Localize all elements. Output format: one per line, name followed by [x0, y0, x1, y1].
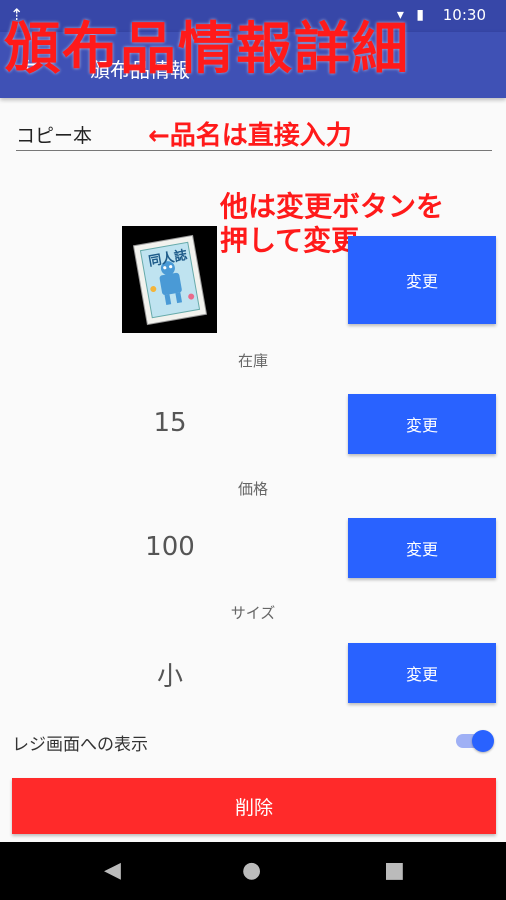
delete-button[interactable]: 削除: [12, 778, 496, 834]
register-display-toggle[interactable]: [456, 730, 494, 752]
register-display-label: レジ画面への表示: [12, 735, 148, 755]
change-price-button[interactable]: 変更: [348, 518, 496, 578]
annotation-change-note-line1: 他は変更ボタンを: [220, 190, 445, 223]
size-label: サイズ: [230, 604, 276, 622]
book-icon: 同人誌: [122, 226, 217, 333]
change-stock-button[interactable]: 変更: [348, 394, 496, 454]
price-value: 100: [145, 532, 195, 562]
item-thumbnail[interactable]: 同人誌: [122, 226, 217, 333]
price-label: 価格: [237, 480, 268, 498]
stock-value: 15: [153, 408, 187, 438]
change-size-button[interactable]: 変更: [348, 643, 496, 703]
stock-label: 在庫: [237, 352, 268, 370]
change-thumbnail-button[interactable]: 変更: [348, 236, 496, 324]
nav-recent-icon[interactable]: ■: [384, 858, 405, 883]
annotation-name-note: ←品名は直接入力: [148, 121, 352, 151]
status-time: 10:30: [442, 6, 486, 24]
toggle-knob: [472, 730, 494, 752]
navigation-bar: ◀ ● ■: [0, 842, 506, 900]
nav-back-icon[interactable]: ◀: [104, 858, 121, 883]
annotation-title: 頒布品情報詳細: [4, 17, 410, 82]
size-value: 小: [156, 662, 183, 692]
nav-home-icon[interactable]: ●: [242, 858, 261, 883]
